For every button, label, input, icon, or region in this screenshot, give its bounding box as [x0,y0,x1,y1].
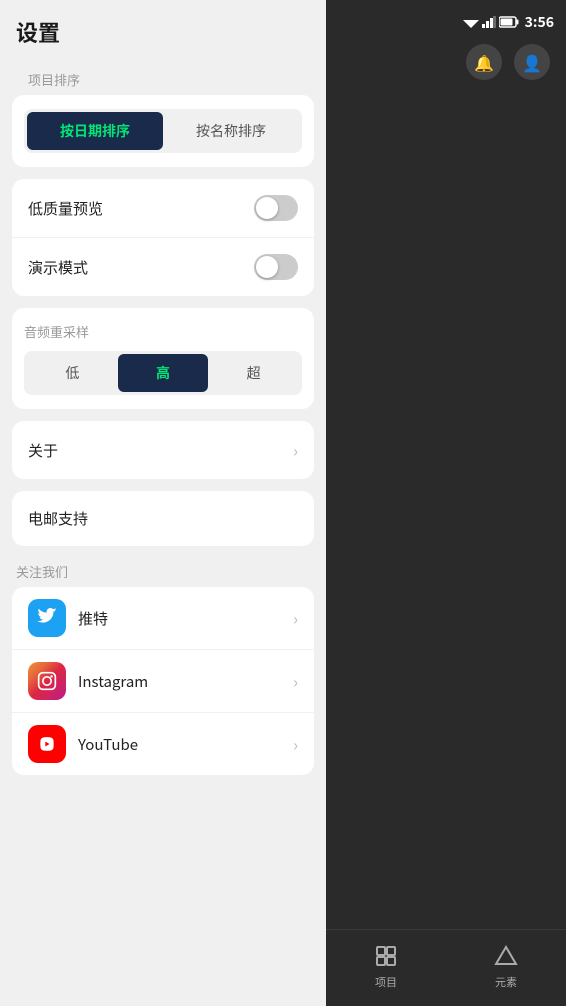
twitter-left: 推特 [28,599,108,637]
youtube-icon [28,725,66,763]
instagram-row[interactable]: Instagram › [12,650,314,713]
email-support-label: 电邮支持 [28,508,88,529]
sort-section: 项目排序 按日期排序 按名称排序 [12,60,314,167]
wifi-icon [463,16,479,28]
follow-card: 推特 › Instagram › [12,587,314,775]
twitter-icon [28,599,66,637]
bottom-nav: 项目 元素 [326,929,566,1006]
signal-icon [482,16,496,28]
youtube-chevron-icon: › [293,732,298,756]
instagram-label: Instagram [78,671,148,692]
status-bar: 3:56 [326,8,566,36]
sort-buttons-group: 按日期排序 按名称排序 [24,109,302,153]
sort-by-name-button[interactable]: 按名称排序 [163,112,299,150]
low-quality-row: 低质量预览 [12,179,314,238]
sort-by-date-button[interactable]: 按日期排序 [27,112,163,150]
right-panel: 3:56 🔔 👤 项目 元素 [326,0,566,1006]
status-time: 3:56 [525,12,554,32]
email-support-row[interactable]: 电邮支持 [12,491,314,546]
toggle-knob [256,197,278,219]
audio-low-button[interactable]: 低 [27,354,118,392]
elements-icon [492,942,520,970]
audio-ultra-button[interactable]: 超 [208,354,299,392]
demo-mode-row: 演示模式 [12,238,314,296]
instagram-icon [28,662,66,700]
follow-section: 关注我们 推特 › [12,558,314,775]
page-title: 设置 [0,0,326,60]
demo-mode-toggle[interactable] [254,254,298,280]
elements-label: 元素 [495,974,517,990]
about-row[interactable]: 关于 › [12,421,314,479]
follow-section-label: 关注我们 [12,558,314,587]
status-icons [463,16,519,28]
instagram-chevron-icon: › [293,669,298,693]
sort-section-label: 项目排序 [12,60,314,95]
youtube-left: YouTube [28,725,138,763]
battery-icon [499,16,519,28]
audio-high-button[interactable]: 高 [118,354,209,392]
twitter-chevron-icon: › [293,606,298,630]
twitter-row[interactable]: 推特 › [12,587,314,650]
about-label: 关于 [28,440,58,461]
demo-mode-label: 演示模式 [28,257,88,278]
low-quality-label: 低质量预览 [28,198,103,219]
audio-section-label: 音频重采样 [24,322,302,341]
low-quality-toggle[interactable] [254,195,298,221]
audio-card: 音频重采样 低 高 超 [12,308,314,409]
profile-icon[interactable]: 👤 [514,44,550,80]
nav-card: 关于 › [12,421,314,479]
projects-icon [372,942,400,970]
toggle-card: 低质量预览 演示模式 [12,179,314,296]
settings-panel: 设置 项目排序 按日期排序 按名称排序 低质量预览 演示模式 音频重采样 [0,0,326,1006]
toggle-knob-2 [256,256,278,278]
instagram-left: Instagram [28,662,148,700]
about-chevron-icon: › [293,438,298,462]
audio-buttons-group: 低 高 超 [24,351,302,395]
nav-projects[interactable]: 项目 [372,942,400,990]
right-header: 🔔 👤 [326,36,566,80]
youtube-row[interactable]: YouTube › [12,713,314,775]
projects-label: 项目 [375,974,397,990]
youtube-label: YouTube [78,734,138,755]
twitter-label: 推特 [78,608,108,629]
notification-icon[interactable]: 🔔 [466,44,502,80]
email-card: 电邮支持 [12,491,314,546]
nav-elements[interactable]: 元素 [492,942,520,990]
